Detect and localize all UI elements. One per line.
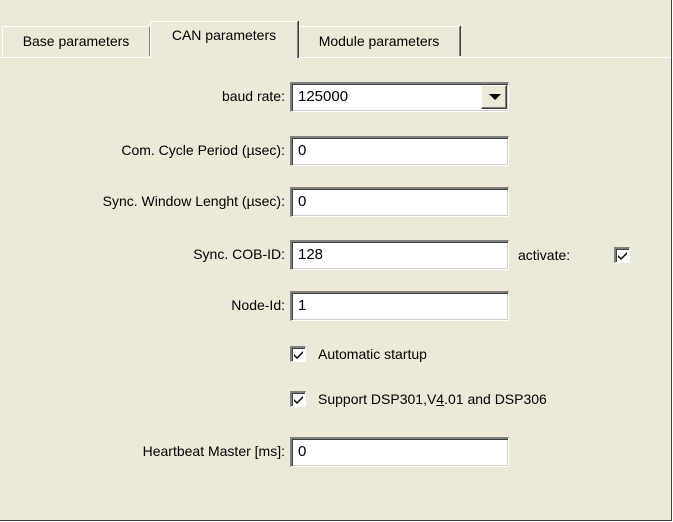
sync-cob-id-value: 128 (298, 246, 324, 263)
sync-cob-id-label: Sync. COB-ID: (193, 246, 285, 262)
baud-rate-label: baud rate: (221, 88, 285, 104)
support-dsp-label-post: .01 and DSP306 (444, 391, 547, 407)
automatic-startup-label[interactable]: Automatic startup (318, 346, 427, 362)
chevron-down-icon (489, 94, 501, 100)
sync-window-label: Sync. Window Lenght (µsec): (102, 193, 285, 209)
activate-label: activate: (518, 247, 571, 263)
checkmark-icon (618, 252, 627, 260)
tab-module-parameters[interactable]: Module parameters (298, 26, 460, 56)
dropdown-button[interactable] (481, 85, 507, 109)
node-id-label: Node-Id: (231, 297, 285, 313)
support-dsp-label[interactable]: Support DSP301,V4.01 and DSP306 (318, 391, 547, 407)
automatic-startup-checkbox[interactable] (290, 346, 306, 362)
sync-cob-id-input[interactable]: 128 (290, 240, 509, 270)
baud-rate-value: 125000 (298, 88, 349, 105)
com-cycle-label: Com. Cycle Period (µsec): (121, 142, 285, 158)
tab-can-parameters[interactable]: CAN parameters (150, 21, 298, 58)
baud-rate-select[interactable]: 125000 (290, 82, 509, 112)
support-dsp-label-accel: 4 (436, 391, 445, 407)
sync-window-value: 0 (298, 193, 307, 210)
tab-base-parameters[interactable]: Base parameters (2, 26, 150, 56)
heartbeat-input[interactable]: 0 (290, 437, 509, 467)
support-dsp-checkbox[interactable] (290, 391, 306, 407)
com-cycle-value: 0 (298, 142, 307, 159)
checkmark-icon (294, 396, 303, 404)
dialog-root: Base parameters Module parameters CAN pa… (0, 0, 673, 522)
checkmark-icon (294, 351, 303, 359)
sync-window-input[interactable]: 0 (290, 187, 509, 217)
node-id-value: 1 (298, 297, 307, 314)
node-id-input[interactable]: 1 (290, 291, 509, 321)
com-cycle-input[interactable]: 0 (290, 136, 509, 166)
heartbeat-value: 0 (298, 443, 307, 460)
support-dsp-label-pre: Support DSP301,V (318, 391, 437, 407)
activate-checkbox[interactable] (614, 247, 630, 263)
heartbeat-label: Heartbeat Master [ms]: (142, 443, 285, 459)
tab-divider (0, 57, 671, 58)
